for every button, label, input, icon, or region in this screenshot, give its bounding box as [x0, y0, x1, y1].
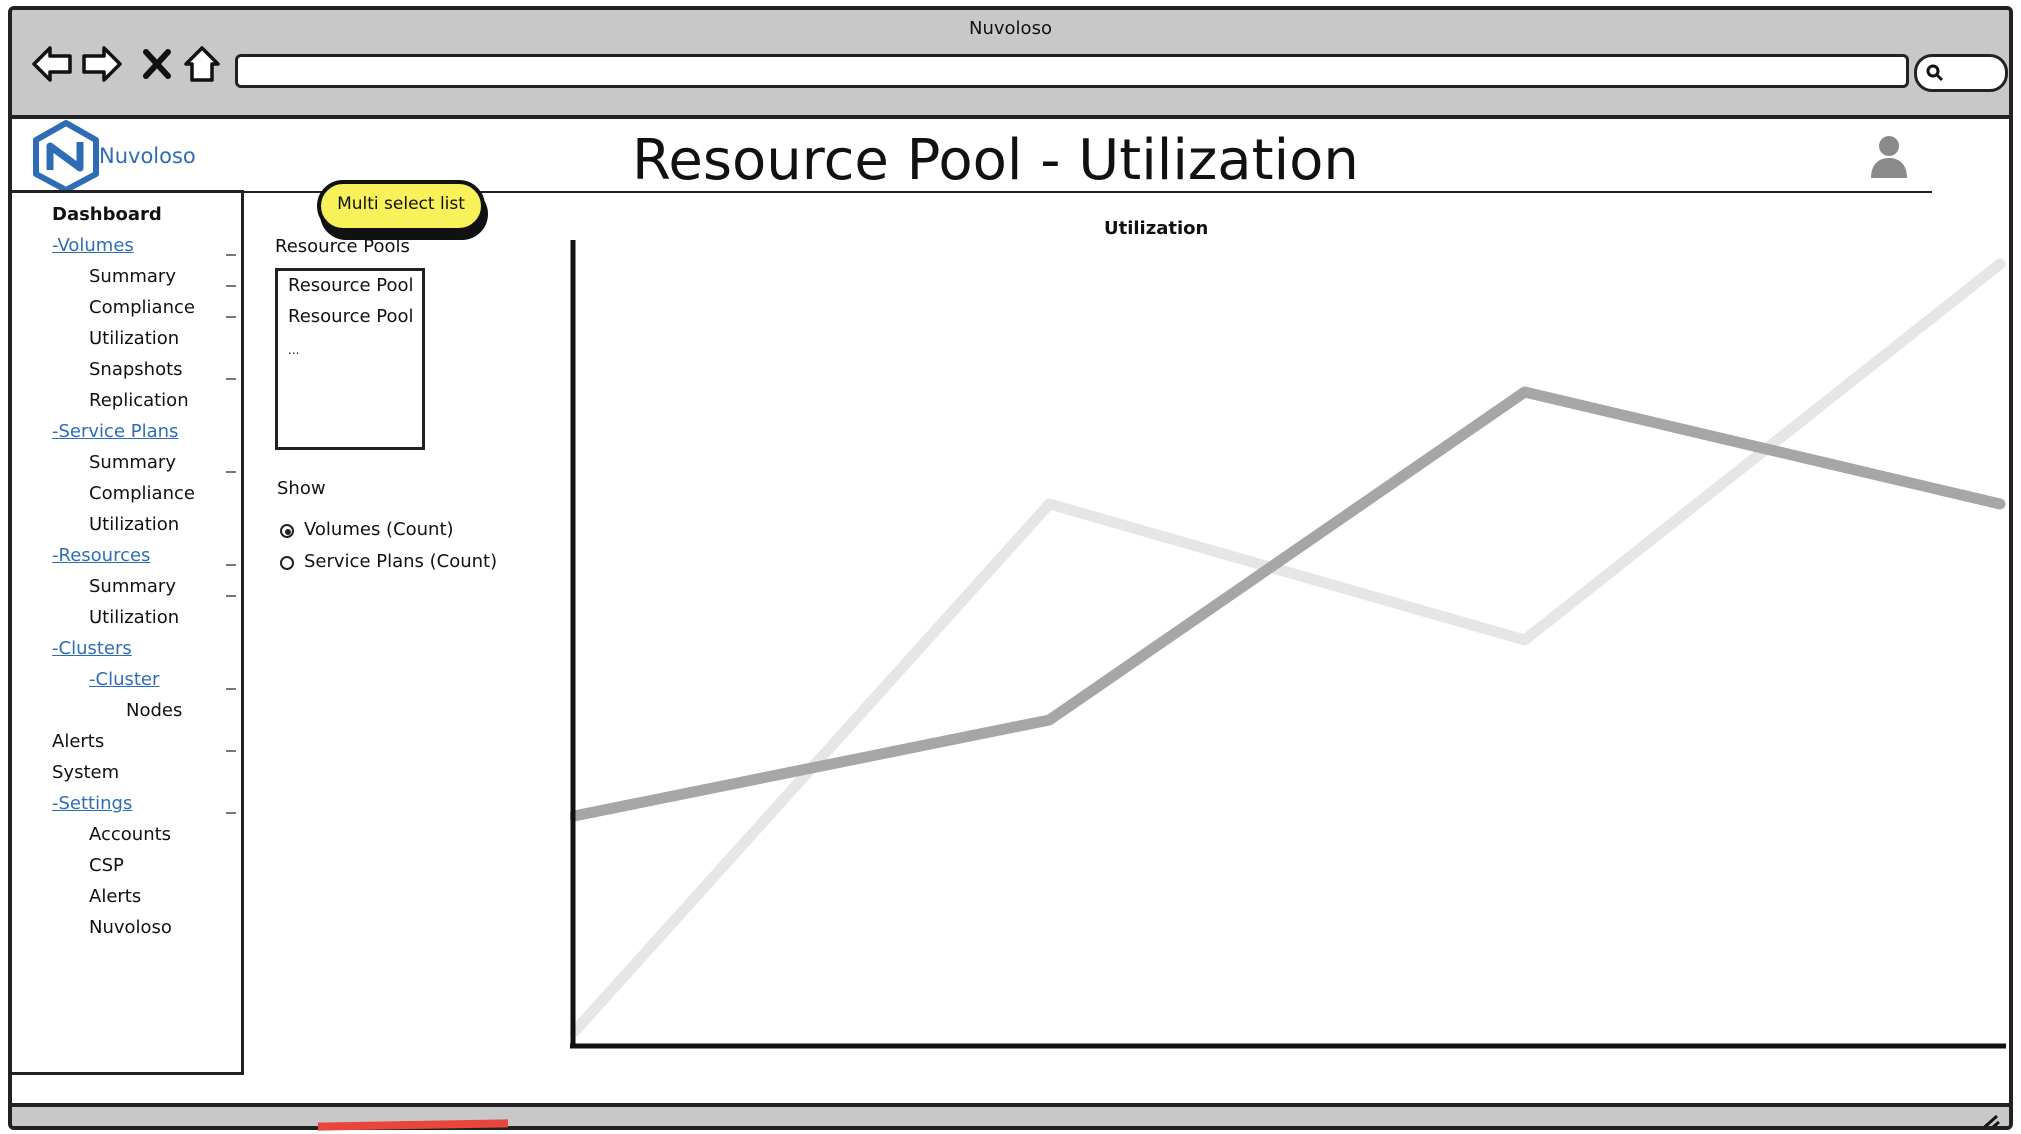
- sidebar-nav: Dashboard -Volumes Summary Compliance Utiliz…: [12, 190, 244, 1075]
- annotation-callout: Multi select list: [317, 180, 485, 232]
- search-icon: [1926, 64, 1944, 82]
- stop-icon[interactable]: [136, 42, 180, 86]
- sidebar-item-csp[interactable]: CSP: [89, 855, 124, 876]
- sidebar-item-utilization[interactable]: Utilization: [89, 514, 179, 535]
- browser-window: Nuvoloso Nuvoloso Resource Pool - Utiliz…: [8, 6, 2013, 1130]
- resource-pool-option[interactable]: Resource Pool: [288, 306, 414, 327]
- sidebar-item-nuvoloso[interactable]: Nuvoloso: [89, 917, 172, 938]
- sidebar-item-alerts[interactable]: Alerts: [52, 731, 104, 752]
- sidebar-connector: [226, 316, 236, 318]
- sidebar-item-nodes[interactable]: Nodes: [126, 700, 182, 721]
- radio-volumes-count[interactable]: Volumes (Count): [280, 519, 454, 540]
- sidebar-item-service-plans[interactable]: -Service Plans: [52, 421, 178, 442]
- search-box[interactable]: [1914, 54, 2008, 92]
- home-icon[interactable]: [180, 42, 224, 86]
- sidebar-connector: [226, 378, 236, 380]
- browser-toolbar: Nuvoloso: [12, 10, 2009, 119]
- resource-pools-label: Resource Pools: [275, 236, 410, 257]
- sidebar-connector: [226, 285, 236, 287]
- sidebar-item-settings[interactable]: -Settings: [52, 793, 132, 814]
- user-avatar-icon[interactable]: [1869, 134, 1909, 180]
- radio-service-plans-button[interactable]: [280, 556, 294, 570]
- header-divider: [244, 191, 1932, 193]
- resize-grip-icon[interactable]: [1975, 1112, 2001, 1130]
- address-bar[interactable]: [235, 54, 1909, 88]
- radio-volumes-button[interactable]: [280, 524, 294, 538]
- sidebar-item-clusters[interactable]: -Clusters: [52, 638, 132, 659]
- sidebar-item-resources[interactable]: -Resources: [52, 545, 150, 566]
- sidebar-item-cluster[interactable]: -Cluster: [89, 669, 159, 690]
- sidebar-item-system[interactable]: System: [52, 762, 119, 783]
- sidebar-connector: [226, 254, 236, 256]
- sidebar-item-alerts[interactable]: Alerts: [89, 886, 141, 907]
- radio-service-plans-label: Service Plans (Count): [304, 551, 498, 572]
- resource-pool-option[interactable]: ...: [288, 343, 299, 357]
- sidebar-item-dashboard[interactable]: Dashboard: [52, 204, 162, 225]
- sidebar-connector: [226, 471, 236, 473]
- sidebar-connector: [226, 595, 236, 597]
- sidebar-item-summary[interactable]: Summary: [89, 576, 176, 597]
- sidebar-connector: [226, 812, 236, 814]
- sidebar-item-volumes[interactable]: -Volumes: [52, 235, 134, 256]
- brand-name: Nuvoloso: [99, 144, 196, 168]
- sidebar-item-snapshots[interactable]: Snapshots: [89, 359, 183, 380]
- sidebar-item-utilization[interactable]: Utilization: [89, 607, 179, 628]
- chart-title: Utilization: [1104, 218, 1209, 239]
- sidebar-connector: [226, 564, 236, 566]
- radio-volumes-label: Volumes (Count): [304, 519, 454, 540]
- sidebar-item-utilization[interactable]: Utilization: [89, 328, 179, 349]
- back-icon[interactable]: [30, 42, 74, 86]
- window-title: Nuvoloso: [969, 18, 1052, 39]
- sidebar-item-summary[interactable]: Summary: [89, 266, 176, 287]
- radio-service-plans-count[interactable]: Service Plans (Count): [280, 551, 497, 572]
- show-label: Show: [277, 478, 326, 499]
- resource-pools-listbox[interactable]: Resource Pool Resource Pool...: [275, 268, 425, 450]
- sidebar-item-replication[interactable]: Replication: [89, 390, 189, 411]
- sidebar-item-summary[interactable]: Summary: [89, 452, 176, 473]
- page-title: Resource Pool - Utilization: [632, 128, 1359, 193]
- sidebar-connector: [226, 750, 236, 752]
- series-line-2: [570, 258, 2006, 1038]
- sidebar-item-compliance[interactable]: Compliance: [89, 297, 195, 318]
- resource-pool-option[interactable]: Resource Pool: [288, 275, 414, 296]
- forward-icon[interactable]: [80, 42, 124, 86]
- series-line-1: [570, 386, 2006, 822]
- sidebar-connector: [226, 688, 236, 690]
- nuvoloso-logo: [33, 120, 99, 192]
- utilization-line-chart: [570, 240, 2006, 1049]
- sidebar-item-accounts[interactable]: Accounts: [89, 824, 171, 845]
- status-bar: [12, 1103, 2009, 1130]
- sidebar-item-compliance[interactable]: Compliance: [89, 483, 195, 504]
